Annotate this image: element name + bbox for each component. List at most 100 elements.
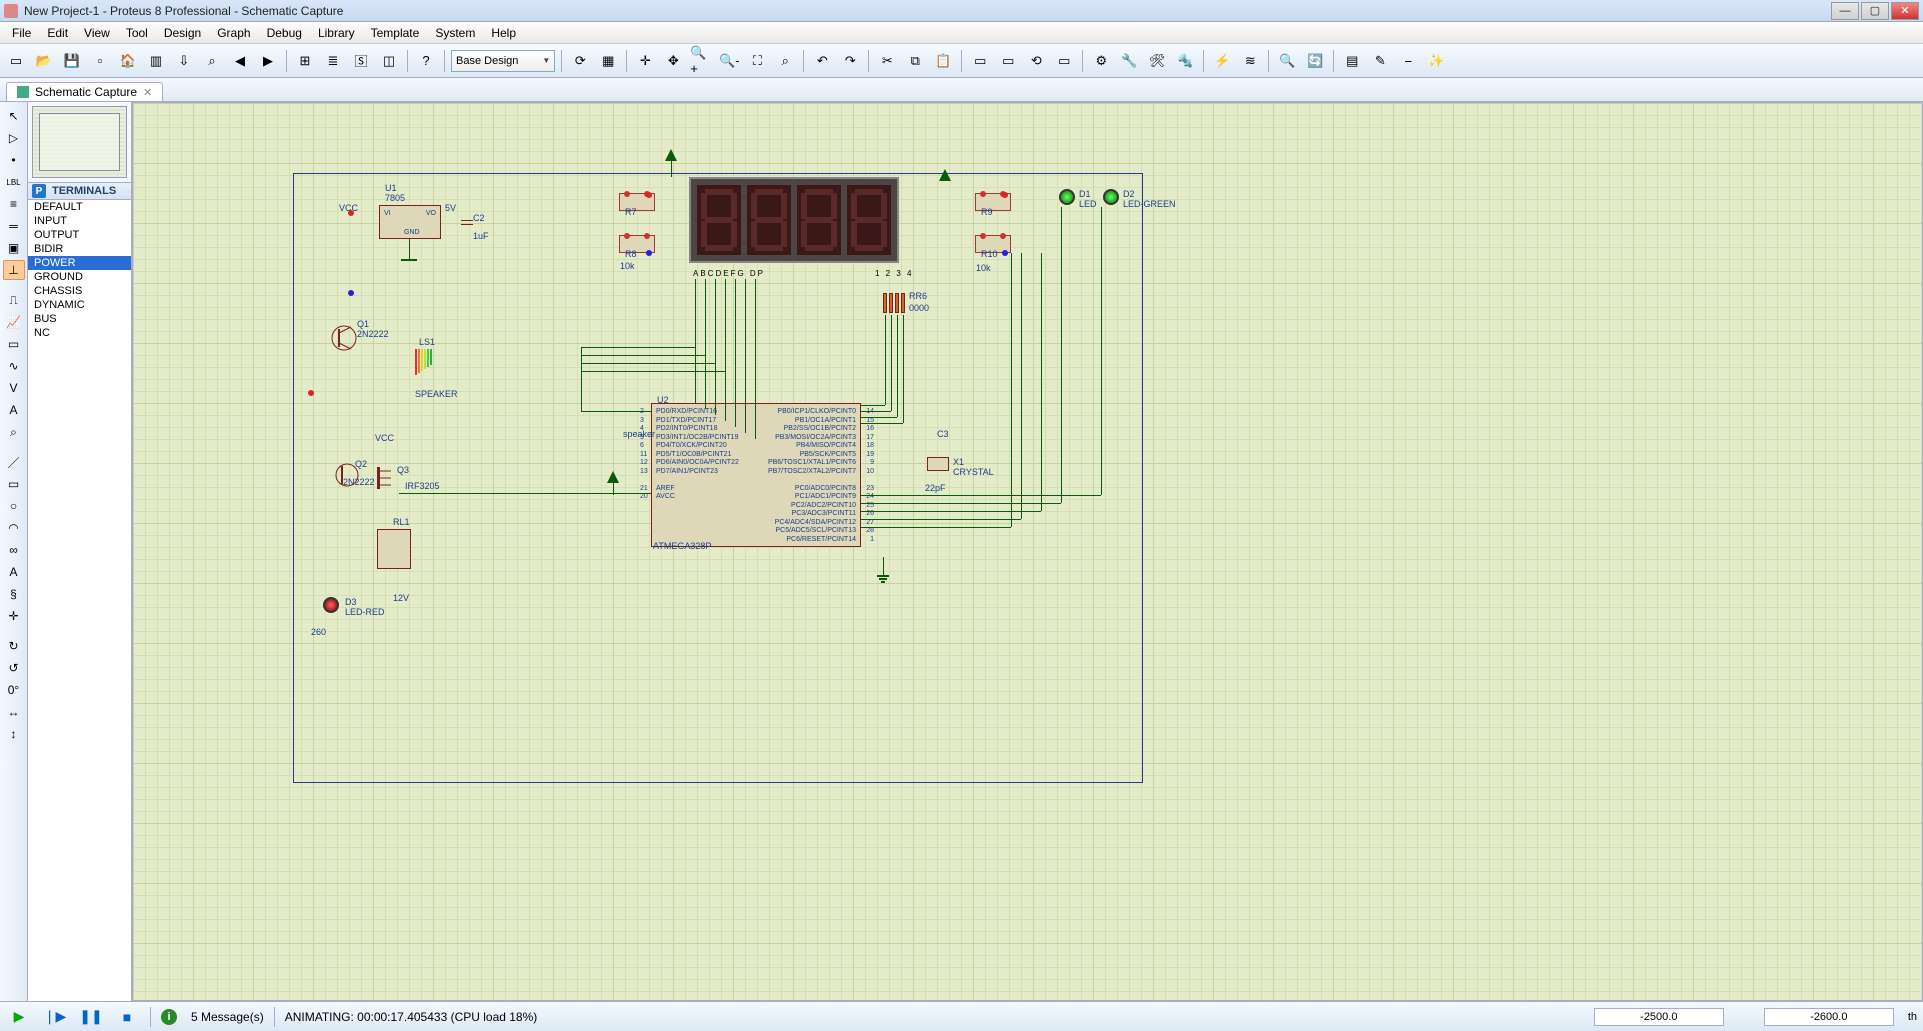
tool-subcircuit[interactable]: ▣ — [3, 238, 25, 258]
tool-voltage-probe[interactable]: V — [3, 378, 25, 398]
netlist-button[interactable]: ≋ — [1238, 49, 1262, 73]
tool-graph[interactable]: 📈 — [3, 312, 25, 332]
pick-button[interactable]: ⚙ — [1089, 49, 1113, 73]
redo-button[interactable]: ↷ — [838, 49, 862, 73]
tool-box[interactable]: ▭ — [3, 474, 25, 494]
ls1-body[interactable] — [415, 349, 441, 385]
bom-button[interactable]: ≣ — [321, 49, 345, 73]
save-button[interactable]: 💾 — [60, 49, 84, 73]
new-file-button[interactable]: ▭ — [4, 49, 28, 73]
terminal-power[interactable]: POWER — [28, 256, 131, 270]
tool-current-probe[interactable]: A — [3, 400, 25, 420]
terminal-chassis[interactable]: CHASSIS — [28, 284, 131, 298]
pan-button[interactable]: ✥ — [661, 49, 685, 73]
overview-thumbnail[interactable] — [32, 106, 127, 178]
sim-play-button[interactable]: ▶ — [6, 1006, 32, 1028]
terminal-nc[interactable]: NC — [28, 326, 131, 340]
find-button[interactable]: 🔍 — [1275, 49, 1299, 73]
c2-body[interactable] — [461, 217, 473, 228]
minimize-button[interactable]: — — [1831, 2, 1859, 20]
highlight-button[interactable]: ✨ — [1424, 49, 1448, 73]
cut-button[interactable]: ✂ — [875, 49, 899, 73]
wire-repair-button[interactable]: ✎ — [1368, 49, 1392, 73]
grid-toggle-button[interactable]: ▦ — [596, 49, 620, 73]
packaging-button[interactable]: 🔩 — [1173, 49, 1197, 73]
menu-library[interactable]: Library — [310, 24, 363, 42]
d1-body[interactable] — [1059, 189, 1075, 205]
terminal-default[interactable]: DEFAULT — [28, 200, 131, 214]
undo-button[interactable]: ↶ — [810, 49, 834, 73]
tool-rotate-ccw[interactable]: ↺ — [3, 658, 25, 678]
menu-template[interactable]: Template — [363, 24, 428, 42]
seven-seg-display[interactable] — [689, 177, 899, 263]
gerber-button[interactable]: ◫ — [377, 49, 401, 73]
refresh-button[interactable]: ⟳ — [568, 49, 592, 73]
schematic-canvas[interactable]: U1 7805 VI GND VO 5V VCC C2 1uF Q1 2N222… — [133, 103, 1922, 1000]
terminal-list[interactable]: DEFAULTINPUTOUTPUTBIDIRPOWERGROUNDCHASSI… — [28, 200, 131, 1001]
copy-button[interactable]: ⧉ — [903, 49, 927, 73]
search-lib-button[interactable]: 🔧 — [1117, 49, 1141, 73]
sim-step-button[interactable]: ❘▶ — [42, 1006, 68, 1028]
property-edit-button[interactable]: ▤ — [1340, 49, 1364, 73]
terminal-ground[interactable]: GROUND — [28, 270, 131, 284]
canvas-viewport[interactable]: U1 7805 VI GND VO 5V VCC C2 1uF Q1 2N222… — [132, 102, 1923, 1001]
block-move-button[interactable]: ▭ — [996, 49, 1020, 73]
tool-circle[interactable]: ○ — [3, 496, 25, 516]
blank-button[interactable]: ▫ — [88, 49, 112, 73]
help-button[interactable]: ? — [414, 49, 438, 73]
menu-edit[interactable]: Edit — [39, 24, 76, 42]
trace-button[interactable]: ⎯ — [1396, 49, 1420, 73]
zoom-in-button[interactable]: 🔍+ — [689, 49, 713, 73]
tab-schematic-capture[interactable]: Schematic Capture ✕ — [6, 82, 163, 101]
nav-back-button[interactable]: ◀ — [228, 49, 252, 73]
tool-path[interactable]: ∞ — [3, 540, 25, 560]
terminal-output[interactable]: OUTPUT — [28, 228, 131, 242]
nav-fwd-button[interactable]: ▶ — [256, 49, 280, 73]
paste-button[interactable]: 📋 — [931, 49, 955, 73]
tool-rotate-cw[interactable]: ↻ — [3, 636, 25, 656]
menu-help[interactable]: Help — [483, 24, 524, 42]
q2-symbol[interactable] — [333, 461, 361, 489]
menu-view[interactable]: View — [76, 24, 118, 42]
tool-symbol[interactable]: § — [3, 584, 25, 604]
tool-line[interactable]: ／ — [3, 452, 25, 472]
block-rotate-button[interactable]: ⟲ — [1024, 49, 1048, 73]
tool-label[interactable]: LBL — [3, 172, 25, 192]
tool-mirror-y[interactable]: ↕ — [3, 724, 25, 744]
menu-file[interactable]: File — [4, 24, 39, 42]
menu-debug[interactable]: Debug — [259, 24, 310, 42]
maximize-button[interactable]: ▢ — [1861, 2, 1889, 20]
zoom-sel-button[interactable]: ⌕ — [773, 49, 797, 73]
block-copy-button[interactable]: ▭ — [968, 49, 992, 73]
make-device-button[interactable]: 🛠 — [1145, 49, 1169, 73]
terminal-bus[interactable]: BUS — [28, 312, 131, 326]
close-button[interactable]: ✕ — [1891, 2, 1919, 20]
zoom-area-button[interactable]: ⌕ — [200, 49, 224, 73]
tool-component-mode[interactable]: ▷ — [3, 128, 25, 148]
terminal-input[interactable]: INPUT — [28, 214, 131, 228]
u2-body[interactable]: PD0/RXD/PCINT162PD1/TXD/PCINT173PD2/INT0… — [651, 403, 861, 547]
origin-button[interactable]: ✛ — [633, 49, 657, 73]
grid-snap-button[interactable]: ⊞ — [293, 49, 317, 73]
home-button[interactable]: 🏠 — [116, 49, 140, 73]
tool-bus[interactable]: ═ — [3, 216, 25, 236]
tool-virtual-instr[interactable]: ⌕ — [3, 422, 25, 442]
u1-body[interactable]: VI GND VO — [379, 205, 441, 239]
tool-mirror-x[interactable]: ↔ — [3, 702, 25, 722]
block-delete-button[interactable]: ▭ — [1052, 49, 1076, 73]
tool-angle[interactable]: 0° — [3, 680, 25, 700]
tool-terminal[interactable]: ⊥ — [3, 260, 25, 280]
tool-arc[interactable]: ◠ — [3, 518, 25, 538]
tool-junction[interactable]: • — [3, 150, 25, 170]
replace-button[interactable]: 🔄 — [1303, 49, 1327, 73]
tool-marker[interactable]: ✛ — [3, 606, 25, 626]
d2-body[interactable] — [1103, 189, 1119, 205]
design-combo[interactable]: Base Design — [451, 50, 555, 72]
tab-close-icon[interactable]: ✕ — [143, 86, 152, 99]
tool-text-script[interactable]: ≡ — [3, 194, 25, 214]
menu-design[interactable]: Design — [156, 24, 209, 42]
menu-graph[interactable]: Graph — [209, 24, 258, 42]
rl1-body[interactable] — [377, 529, 411, 569]
x1-body[interactable] — [927, 457, 949, 471]
messages-icon[interactable]: i — [161, 1009, 177, 1025]
